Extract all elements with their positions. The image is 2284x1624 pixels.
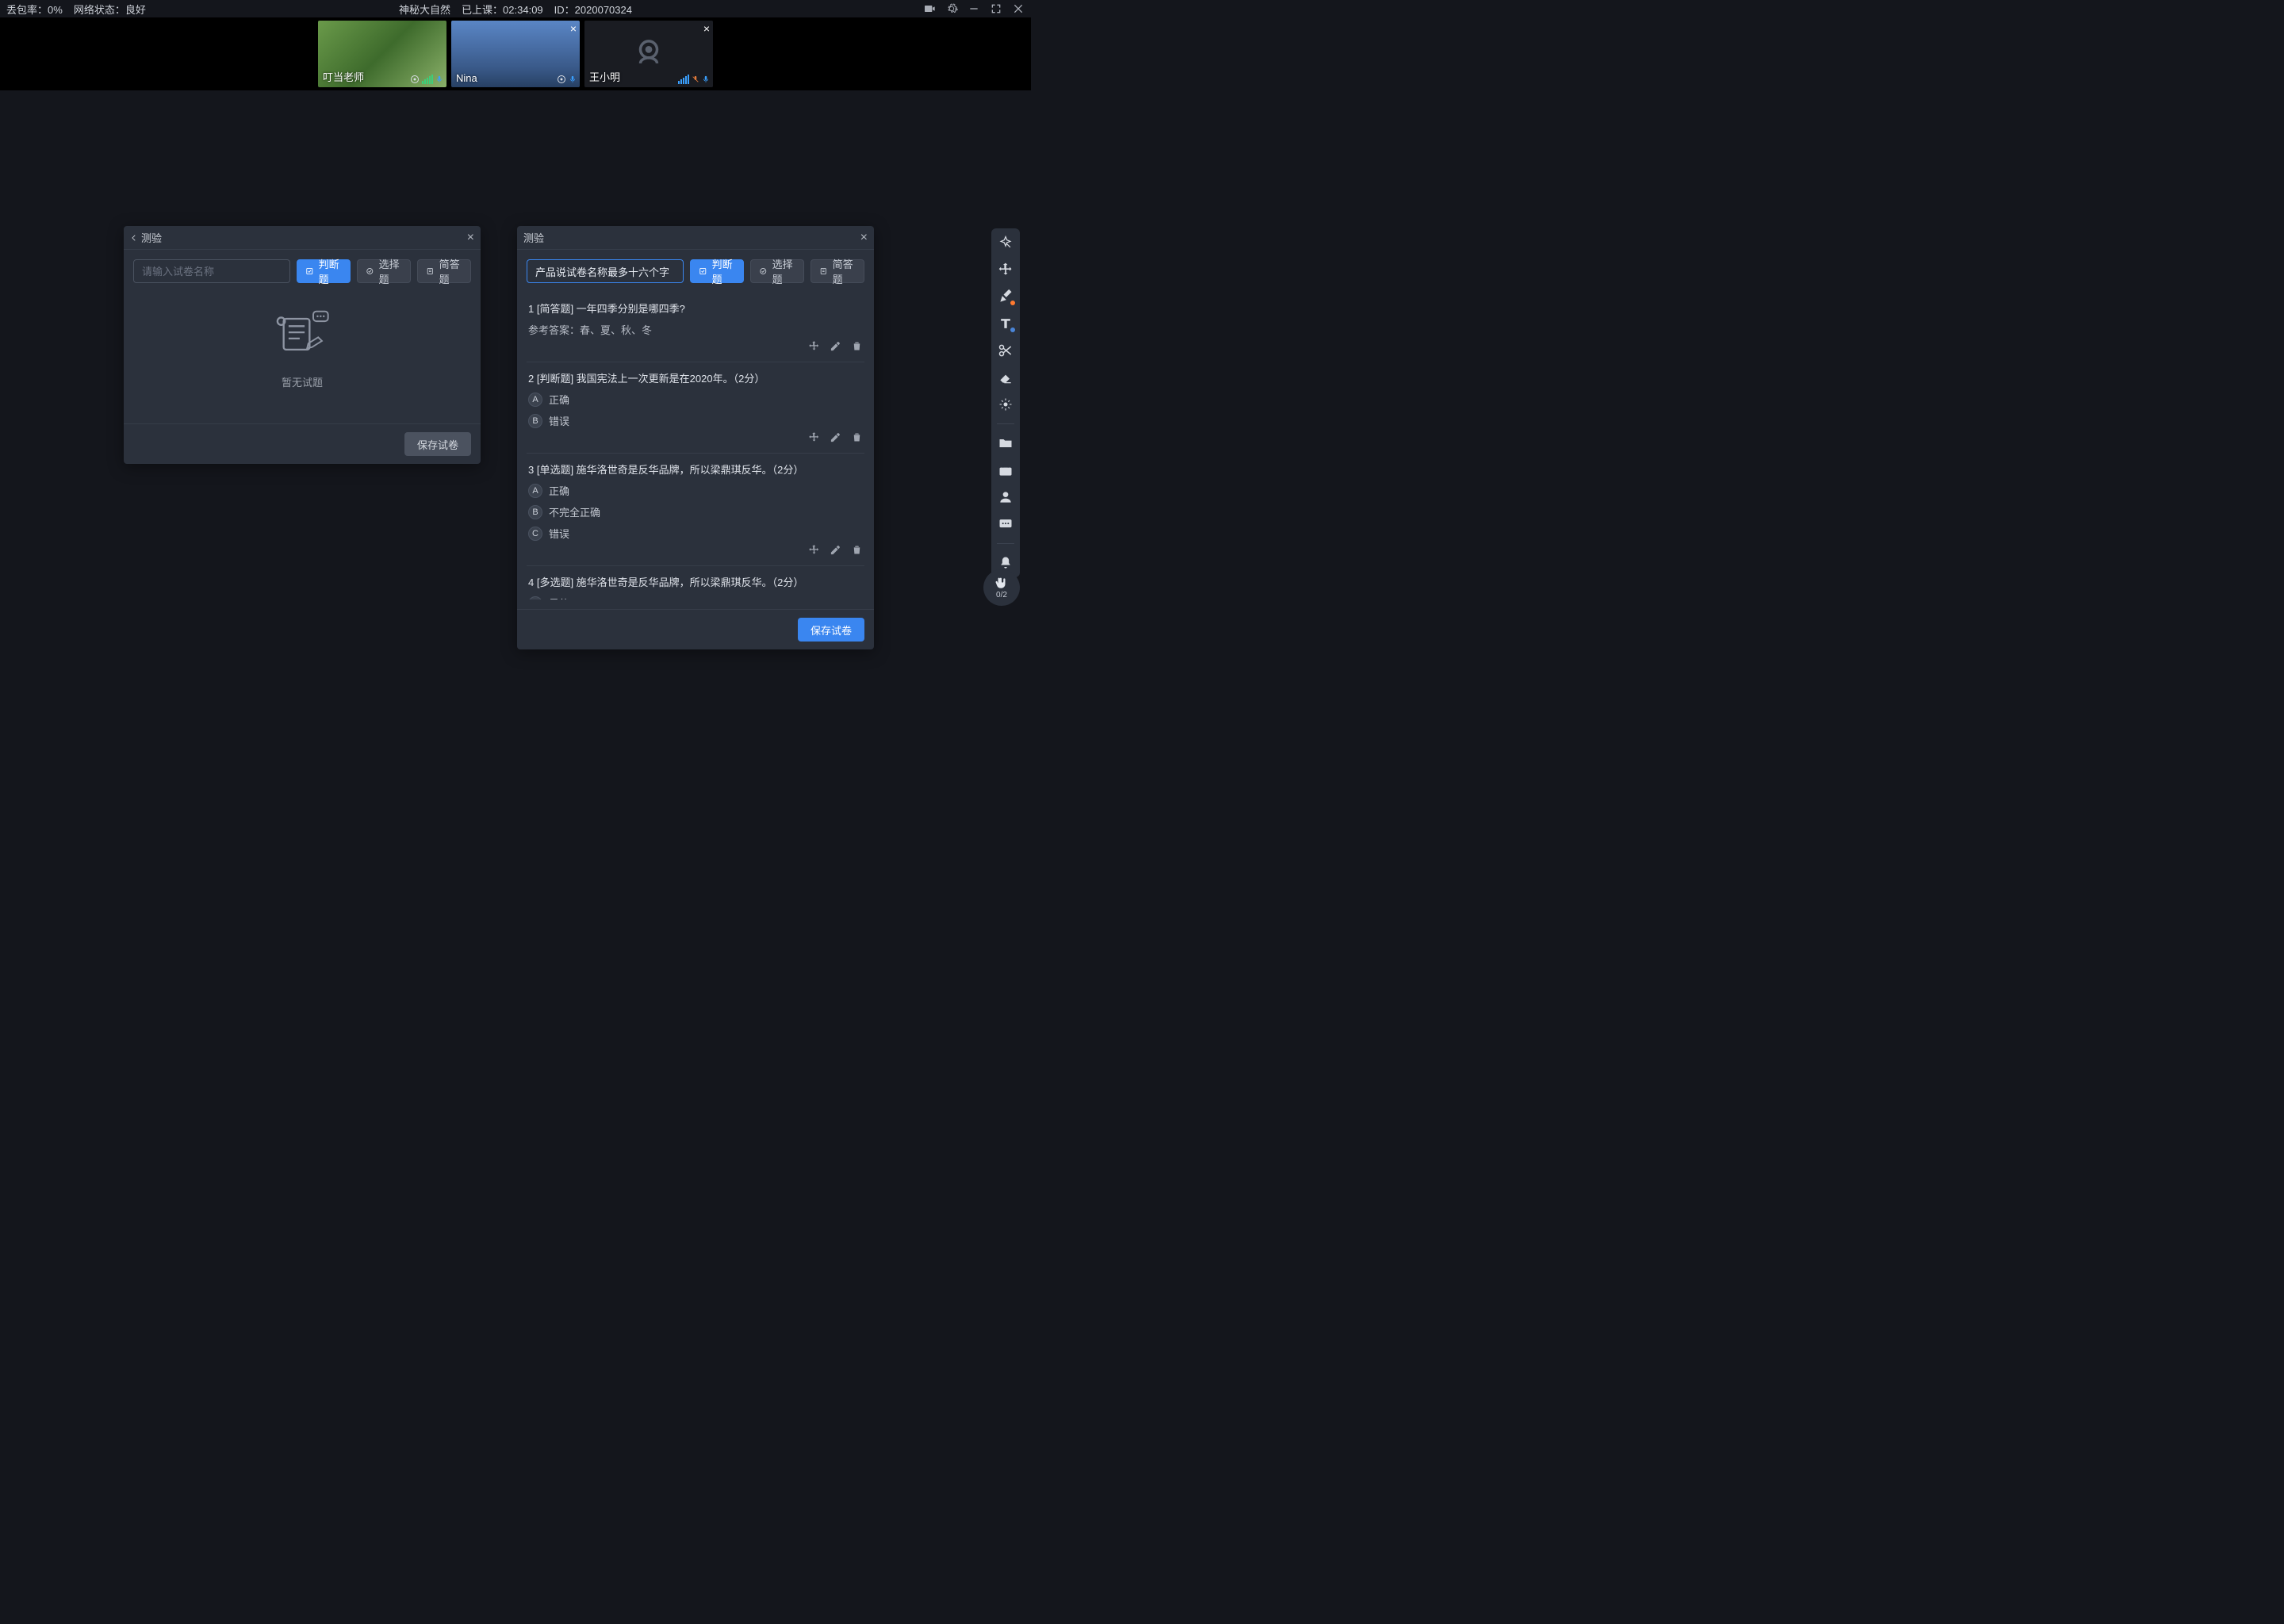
option-text: 正确 <box>549 483 569 498</box>
bell-icon[interactable] <box>998 555 1014 571</box>
raise-hand-badge[interactable]: 0/2 <box>983 569 1020 606</box>
video-close-icon[interactable]: × <box>703 22 710 35</box>
edit-icon[interactable] <box>830 340 841 352</box>
question-item: 2 [判断题] 我国宪法上一次更新是在2020年。（2分） A 正确 B 错误 <box>527 362 864 454</box>
video-tile[interactable]: × 王小明 <box>584 21 713 87</box>
empty-quiz-icon <box>271 308 333 363</box>
class-id: ID：2020070324 <box>554 2 632 17</box>
close-window-icon[interactable] <box>1012 2 1025 15</box>
mic-icon <box>702 75 710 84</box>
option-tag: A <box>528 596 542 600</box>
pen-tool-icon[interactable] <box>998 289 1014 304</box>
move-icon[interactable] <box>808 431 820 443</box>
delete-icon[interactable] <box>851 544 863 556</box>
question-item: 1 [简答题] 一年四季分别是哪四季? 参考答案：春、夏、秋、冬 <box>527 293 864 362</box>
camera-off-icon <box>632 36 665 69</box>
video-tile[interactable]: × Nina <box>451 21 580 87</box>
pointer-tool-icon[interactable] <box>998 235 1014 251</box>
move-icon[interactable] <box>808 340 820 352</box>
judge-question-button[interactable]: 判断题 <box>297 259 351 283</box>
mic-muted-icon <box>692 75 699 84</box>
whiteboard-toolbar <box>991 228 1020 577</box>
move-icon[interactable] <box>808 544 820 556</box>
mic-icon <box>569 75 577 84</box>
question-option[interactable]: A 正确 <box>528 483 863 498</box>
question-title: 4 [多选题] 施华洛世奇是反华品牌，所以梁鼎琪反华。（2分） <box>528 574 863 589</box>
video-user-name: Nina <box>456 72 477 84</box>
panel-close-icon[interactable]: × <box>467 231 474 245</box>
question-list: 1 [简答题] 一年四季分别是哪四季? 参考答案：春、夏、秋、冬 2 [判断题]… <box>527 293 864 599</box>
raise-hand-count: 0/2 <box>996 591 1007 599</box>
question-title: 3 [单选题] 施华洛世奇是反华品牌，所以梁鼎琪反华。（2分） <box>528 462 863 477</box>
panel-title: 测验 <box>141 230 162 245</box>
choice-question-button[interactable]: 选择题 <box>750 259 804 283</box>
option-tag: C <box>528 527 542 541</box>
question-option[interactable]: C 错误 <box>528 526 863 541</box>
question-option[interactable]: B 不完全正确 <box>528 504 863 519</box>
minimize-icon[interactable] <box>968 2 980 15</box>
option-text: 错误 <box>549 526 569 541</box>
question-title: 2 [判断题] 我国宪法上一次更新是在2020年。（2分） <box>528 370 863 385</box>
save-test-button[interactable]: 保存试卷 <box>404 432 471 456</box>
text-tool-icon[interactable] <box>998 316 1014 331</box>
question-item: 3 [单选题] 施华洛世奇是反华品牌，所以梁鼎琪反华。（2分） A 正确 B 不完全正… <box>527 454 864 566</box>
option-text: 错误 <box>549 413 569 428</box>
edit-icon[interactable] <box>830 431 841 443</box>
class-title: 神秘大自然 <box>399 2 450 17</box>
class-time: 已上课：02:34:09 <box>462 2 543 17</box>
option-tag: A <box>528 393 542 407</box>
quiz-panel-empty: 测验 × 判断题 选择题 简答题 <box>124 226 481 464</box>
top-bar: 丢包率：0% 网络状态：良好 神秘大自然 已上课：02:34:09 ID：202… <box>0 0 1031 17</box>
question-answer: 参考答案：春、夏、秋、冬 <box>528 322 863 337</box>
judge-question-button[interactable]: 判断题 <box>690 259 744 283</box>
fullscreen-icon[interactable] <box>990 2 1002 15</box>
video-tile[interactable]: 叮当老师 <box>318 21 446 87</box>
option-tag: B <box>528 414 542 428</box>
question-option[interactable]: A 是的 <box>528 596 863 599</box>
mic-icon <box>435 75 443 84</box>
quiz-panel-filled: 测验 × 判断题 选择题 简答题 1 [简答题] 一年四季分别是哪四季? 参考答… <box>517 226 874 649</box>
move-tool-icon[interactable] <box>998 262 1014 278</box>
toolbox-icon[interactable] <box>998 462 1014 478</box>
edit-icon[interactable] <box>830 544 841 556</box>
question-title: 1 [简答题] 一年四季分别是哪四季? <box>528 301 863 316</box>
panel-close-icon[interactable]: × <box>860 231 868 245</box>
video-user-name: 王小明 <box>589 69 620 84</box>
option-text: 正确 <box>549 392 569 407</box>
settings-icon[interactable] <box>945 2 958 15</box>
video-row: 叮当老师 × Nina × 王小明 <box>0 17 1031 90</box>
short-answer-button[interactable]: 简答题 <box>417 259 471 283</box>
camera-toggle-icon[interactable] <box>923 2 936 15</box>
net-status: 网络状态：良好 <box>74 2 146 17</box>
folder-icon[interactable] <box>998 435 1014 451</box>
option-tag: A <box>528 484 542 498</box>
loss-rate: 丢包率：0% <box>6 2 63 17</box>
person-icon[interactable] <box>998 489 1014 505</box>
option-text: 不完全正确 <box>549 504 600 519</box>
scissors-tool-icon[interactable] <box>998 343 1014 358</box>
video-close-icon[interactable]: × <box>570 22 577 35</box>
option-text: 是的 <box>549 596 569 599</box>
video-user-name: 叮当老师 <box>323 69 364 84</box>
choice-question-button[interactable]: 选择题 <box>357 259 411 283</box>
panel-title: 测验 <box>523 230 544 245</box>
test-name-input[interactable] <box>133 259 290 283</box>
chat-icon[interactable] <box>998 516 1014 532</box>
test-name-input[interactable] <box>527 259 684 283</box>
laser-tool-icon[interactable] <box>998 396 1014 412</box>
delete-icon[interactable] <box>851 431 863 443</box>
question-item: 4 [多选题] 施华洛世奇是反华品牌，所以梁鼎琪反华。（2分） A是的B不完全正… <box>527 566 864 599</box>
signal-bars-icon <box>422 75 433 84</box>
question-option[interactable]: B 错误 <box>528 413 863 428</box>
short-answer-button[interactable]: 简答题 <box>811 259 864 283</box>
delete-icon[interactable] <box>851 340 863 352</box>
eraser-tool-icon[interactable] <box>998 370 1014 385</box>
signal-bars-icon <box>678 75 689 84</box>
option-tag: B <box>528 505 542 519</box>
question-option[interactable]: A 正确 <box>528 392 863 407</box>
save-test-button[interactable]: 保存试卷 <box>798 618 864 642</box>
back-button[interactable]: 测验 <box>130 230 162 245</box>
empty-text: 暂无试题 <box>282 374 323 389</box>
